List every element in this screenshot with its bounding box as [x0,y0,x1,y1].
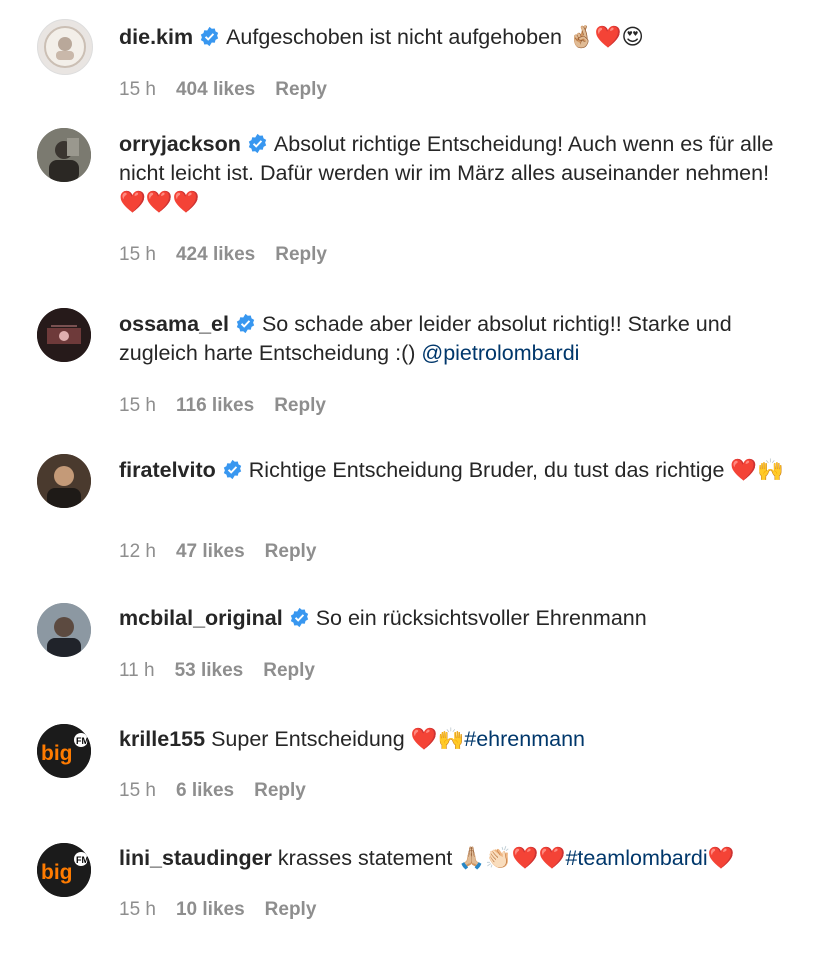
comment-text: krasses statement [277,846,459,870]
comment-body: orryjackson Absolut richtige Entscheidung… [119,130,799,217]
comment-time[interactable]: 15 h [119,244,156,265]
verified-badge-icon [290,607,308,628]
comment-text: So ein rücksichtsvoller Ehrenmann [315,606,647,630]
comment-body: krille155 Super Entscheidung ❤️🙌#ehrenman… [119,725,799,754]
comment-emoji: ❤️🙌 [730,458,784,483]
verified-badge-icon [236,313,255,334]
comment-time[interactable]: 12 h [119,541,156,562]
hashtag-link[interactable]: #ehrenmann [464,727,585,751]
comment-meta: 15 h 116 likes Reply [119,395,346,417]
comment-likes[interactable]: 404 likes [176,79,255,100]
mention-link[interactable]: @pietrolombardi [421,341,579,365]
avatar[interactable] [37,454,91,508]
comment-meta: 15 h 10 likes Reply [119,899,336,921]
avatar-image [37,603,91,657]
avatar-image [37,308,91,362]
svg-text:FM: FM [76,736,89,746]
comment-text: Super Entscheidung [211,727,411,751]
comment-text: Aufgeschoben ist nicht aufgehoben [226,25,568,49]
hashtag-link[interactable]: #teamlombardi [565,846,707,870]
avatar[interactable] [37,19,93,75]
avatar[interactable] [37,128,91,182]
comment-likes[interactable]: 116 likes [176,395,254,416]
bigfm-logo: bigFM [37,724,91,778]
avatar[interactable]: big FM [37,724,91,778]
comment-time[interactable]: 11 h [119,660,155,681]
comment-meta: 11 h 53 likes Reply [119,660,335,682]
comment-username[interactable]: lini_staudinger [119,846,272,870]
comment-time[interactable]: 15 h [119,780,156,801]
comment-body: firatelvito Richtige Entscheidung Bruder,… [119,456,799,485]
avatar-image [37,454,91,508]
comment-likes[interactable]: 10 likes [176,899,245,920]
avatar-image [37,128,91,182]
comment-body: mcbilal_original So ein rücksichtsvoller … [119,604,799,633]
comment-username[interactable]: firatelvito [119,458,216,482]
comment-body: die.kim Aufgeschoben ist nicht aufgehoben… [119,23,799,52]
comment-meta: 15 h 424 likes Reply [119,244,347,266]
avatar-image [44,26,86,68]
comment-emoji: ❤️🙌 [410,727,465,752]
verified-badge-icon [223,459,241,480]
comment-text: Richtige Entscheidung Bruder, du tust da… [248,458,731,482]
comment-emoji-trailing: ❤️ [707,846,735,871]
comment-username[interactable]: orryjackson [119,132,241,156]
comment-meta: 15 h 404 likes Reply [119,79,347,101]
comment-likes[interactable]: 47 likes [176,541,245,562]
comment-time[interactable]: 15 h [119,395,156,416]
comment-meta: 12 h 47 likes Reply [119,541,336,563]
reply-button[interactable]: Reply [275,79,327,100]
svg-text:FM: FM [76,855,89,865]
bigfm-logo: bigFM [37,843,91,897]
comment-username[interactable]: mcbilal_original [119,606,283,630]
verified-badge-icon [248,133,267,154]
avatar[interactable] [37,308,91,362]
comment-time[interactable]: 15 h [119,899,156,920]
avatar[interactable]: big FM [37,843,91,897]
comment-emoji: 🤞🏼❤️😍 [567,25,644,50]
comment-likes[interactable]: 6 likes [176,780,234,801]
reply-button[interactable]: Reply [254,780,306,801]
comment-time[interactable]: 15 h [119,79,156,100]
comment-body: ossama_el So schade aber leider absolut r… [119,310,799,368]
comment-emoji: ❤️❤️❤️ [119,190,200,215]
reply-button[interactable]: Reply [265,541,317,562]
avatar[interactable] [37,603,91,657]
comment-emoji: 🙏🏼👏🏻❤️❤️ [458,846,566,871]
comment-likes[interactable]: 53 likes [175,660,244,681]
reply-button[interactable]: Reply [274,395,326,416]
bigfm-logo-text: big [41,861,73,884]
comment-meta: 15 h 6 likes Reply [119,780,326,802]
comment-username[interactable]: krille155 [119,727,205,751]
bigfm-logo-text: big [41,742,73,765]
comment-username[interactable]: ossama_el [119,312,229,336]
comment-likes[interactable]: 424 likes [176,244,255,265]
reply-button[interactable]: Reply [263,660,315,681]
reply-button[interactable]: Reply [265,899,317,920]
comment-username[interactable]: die.kim [119,25,193,49]
comment-body: lini_staudinger krasses statement 🙏🏼👏🏻❤️❤… [119,844,799,873]
verified-badge-icon [200,26,219,47]
reply-button[interactable]: Reply [275,244,327,265]
